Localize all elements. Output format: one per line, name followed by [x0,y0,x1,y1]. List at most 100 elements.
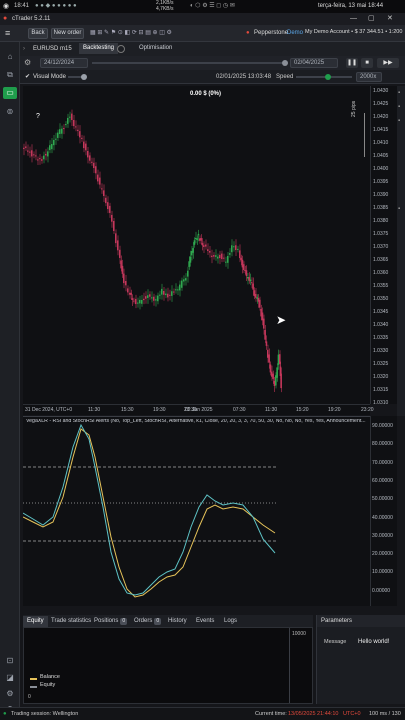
time-tick: 23:20 [361,407,374,413]
mouse-cursor-icon: ➤ [276,313,287,327]
time-tick: 15:30 [121,407,134,413]
candle [255,288,257,302]
candle [229,248,231,258]
candle [223,253,225,262]
candles-svg [23,109,282,393]
account-summary[interactable]: My Demo Account • $ 37 344.51 • 1:200 [305,29,402,36]
candle [185,273,187,286]
sidebar-bottom-icon-2[interactable]: ◪ [5,673,15,683]
bottom-tab[interactable]: Events [192,616,218,627]
candle [213,252,215,260]
pause-button[interactable]: ❚❚ [346,58,358,68]
candle [205,239,207,250]
price-chart[interactable] [23,86,370,404]
time-axis[interactable]: 31 Dec 2024, UTC+0 11:30 15:30 19:30 23:30 02… [23,404,374,415]
visual-mode-label: Visual Mode [33,74,66,80]
candle [161,283,163,300]
price-tick: 1.0320 [373,374,389,380]
chart-tool-icon-1[interactable]: ▪ [398,90,400,96]
visual-mode-checkbox[interactable]: ✔ [25,74,30,80]
trade-icon[interactable]: ⌂ [5,52,15,62]
candle [127,285,129,296]
candle [227,252,229,269]
price-tick: 1.0350 [373,296,389,302]
price-tick: 1.0410 [373,140,389,146]
copy-icon[interactable]: ⧉ [5,70,15,80]
equity-max-tick: 10000 [292,631,306,637]
time-tick: 15:20 [296,407,309,413]
gear-icon[interactable]: ⚙ [24,59,31,67]
minimize-icon[interactable]: — [350,15,357,22]
start-date-field[interactable]: 24/12/2024 [40,58,88,68]
date-range-handle[interactable] [282,60,288,66]
time-tick: 11:30 [265,407,278,413]
tab-optimisation[interactable]: Optimisation [135,43,176,54]
candle [81,134,83,142]
step-button[interactable]: ▶︎▶︎ [377,58,399,68]
chart-tool-icon-2[interactable]: ▪ [398,104,400,110]
timeframe-label[interactable]: m15 [60,46,72,52]
price-tick: 1.0325 [373,361,389,367]
end-date-field[interactable]: 02/04/2025 [290,58,338,68]
analyze-icon[interactable]: ⊚ [5,107,15,117]
price-tick: 1.0380 [373,218,389,224]
chart-help-icon[interactable]: ? [36,113,40,120]
parameters-panel: Parameters Message Hello world! [316,615,405,704]
speed-select[interactable]: 2000x [356,72,382,82]
sidebar-bottom-icon-1[interactable]: ⊡ [5,656,15,666]
bottom-tab[interactable]: Positions 0 [90,616,131,627]
os-logo-icon: ◉ [3,3,10,10]
message-param-field[interactable]: Hello world! [354,637,405,647]
close-icon[interactable]: ✕ [387,15,393,22]
indicator-svg [23,423,276,598]
speed-slider[interactable] [296,76,352,78]
price-tick: 1.0335 [373,335,389,341]
indicator-tick: 40.00000 [372,514,393,521]
settings-icon[interactable]: ⚙ [5,689,15,699]
chart-tool-icon-4[interactable]: ▪ [398,206,400,212]
bottom-tab[interactable]: Trade statistics [47,616,95,627]
maximize-icon[interactable]: ▢ [368,15,375,22]
back-button[interactable]: Back [28,28,48,39]
candle [69,111,71,123]
price-tick: 1.0355 [373,283,389,289]
menu-icon[interactable]: ≡ [5,29,10,38]
new-order-button[interactable]: New order [51,28,84,39]
timezone[interactable]: UTC+0 [343,711,361,718]
indicator-tick: 60.00000 [372,477,393,484]
price-axis[interactable]: 1.0430 1.0425 1.0420 1.0415 1.0410 1.0405 1.04… [370,86,397,406]
tab-backtesting[interactable]: Backtesting [79,43,119,54]
candle [129,286,131,299]
bottom-tab[interactable]: History [164,616,191,627]
bottom-tab-label: Events [196,618,215,624]
candle [55,132,57,145]
date-range-slider[interactable] [92,62,282,64]
indicator-panel[interactable] [23,416,370,606]
price-tick: 1.0375 [373,231,389,237]
toolbar-tools-icons[interactable]: ▦ ⊞ ✎ ⚑ ⊙ ◧ ⟳ ⊟ ▤ ⊕ ◫ ⚙ [90,30,172,36]
candle [235,239,237,257]
chart-tool-icon-3[interactable]: ▪ [398,118,400,124]
indicator-title[interactable]: VegaXLR - RSI and StochRSI Alerts (No, T… [26,419,368,424]
price-tick: 1.0345 [373,309,389,315]
backtest-date-row: ⚙ 24/12/2024 02/04/2025 ❚❚ ■ ▶︎▶︎ [20,56,405,70]
candle [65,121,67,128]
main-toolbar: ≡ Back New order ▦ ⊞ ✎ ⚑ ⊙ ◧ ⟳ ⊟ ▤ ⊕ ◫ ⚙… [0,25,405,42]
time-tick: 02 Jan 2025 [185,407,213,413]
time-tick: 07:30 [233,407,246,413]
bottom-tab[interactable]: Equity [23,616,48,627]
speed-handle[interactable] [325,74,331,80]
stop-button[interactable]: ■ [361,58,373,68]
progress-handle[interactable] [81,74,87,80]
bottom-tab[interactable]: Logs [220,616,241,627]
candle [47,147,49,163]
candle [45,148,47,161]
candle [173,288,175,295]
current-time: 13/05/2025 21:44:10 [288,711,339,717]
symbol-label[interactable]: EURUSD [33,46,58,52]
bottom-tab[interactable]: Orders 0 [130,616,165,627]
candle [231,239,233,257]
equity-panel[interactable]: 10000 0 Balance Equity [23,627,313,704]
candle [83,135,85,153]
indicator-tick: 0.00000 [372,587,391,594]
